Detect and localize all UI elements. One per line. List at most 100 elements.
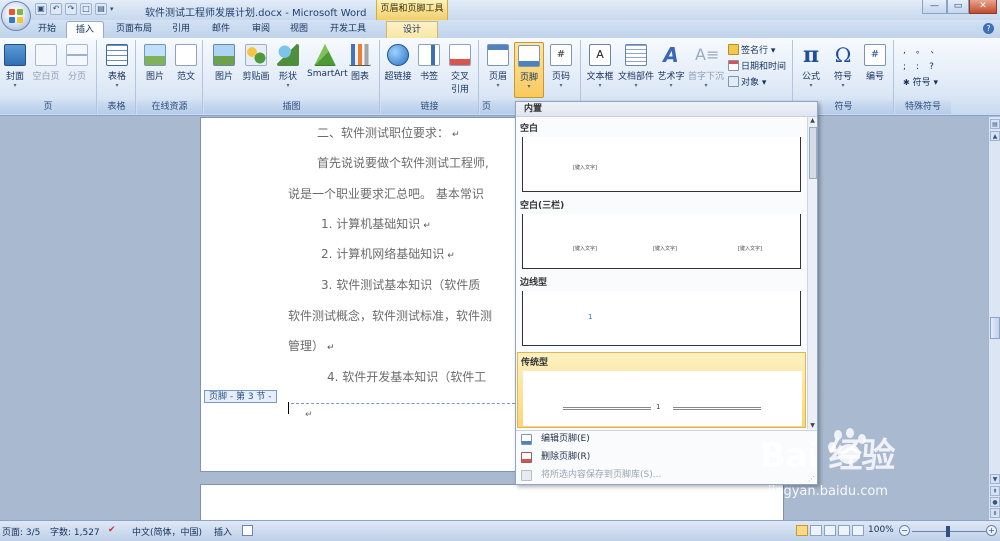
object-button[interactable]: 对象 ▾ [728, 76, 766, 90]
tab-review[interactable]: 审阅 [244, 21, 278, 38]
redo-icon[interactable]: ↷ [65, 3, 77, 15]
tab-mailings[interactable]: 邮件 [204, 21, 238, 38]
undo-icon[interactable]: ↶ [50, 3, 62, 15]
vertical-scrollbar[interactable]: ▤ ▲ ▼ ⇞ ● ⇟ [988, 117, 1000, 520]
quick-parts-button[interactable]: 文档部件 ▾ [618, 42, 654, 98]
maximize-button[interactable]: ▭ [947, 0, 969, 14]
footer-option-blank[interactable]: 空白 [键入文字] [517, 119, 806, 195]
online-picture-button[interactable]: 图片 [140, 42, 170, 98]
next-page-icon[interactable]: ⇟ [990, 508, 1000, 518]
paragraph[interactable]: 说是一个职业要求汇总吧。 基本常识 [288, 185, 484, 202]
footer-para-mark: ↵ [305, 410, 313, 420]
macro-record-icon[interactable] [242, 525, 253, 536]
group-illustrations: 图片 剪贴画 形状 ▾ SmartArt 图表 插图 [204, 40, 380, 114]
new-icon[interactable]: □ [80, 3, 92, 15]
prev-page-icon[interactable]: ⇞ [990, 486, 1000, 496]
page-count[interactable]: 页面: 3/5 [2, 525, 40, 538]
draft-view-icon[interactable] [852, 525, 864, 536]
ruler-toggle-icon[interactable]: ▤ [990, 119, 1000, 129]
table-button[interactable]: 表格 ▾ [102, 42, 132, 98]
tab-insert[interactable]: 插入 [66, 21, 104, 38]
blank-page-icon [35, 44, 57, 66]
gallery-scrollbar[interactable]: ▲ ▼ [807, 117, 817, 429]
gallery-scroll-thumb[interactable] [809, 127, 817, 179]
footer-option-traditional[interactable]: 传统型 1 [517, 352, 806, 428]
date-time-button[interactable]: 日期和时间 [728, 60, 786, 74]
tab-home[interactable]: 开始 [28, 21, 66, 38]
clipart-button[interactable]: 剪贴画 [241, 42, 271, 98]
list-item[interactable]: 3. 软件测试基本知识（软件质 [321, 276, 480, 293]
signature-line-button[interactable]: 签名行 ▾ [728, 44, 775, 58]
drop-cap-button[interactable]: A≡ 首字下沉 ▾ [688, 42, 724, 98]
outline-view-icon[interactable] [838, 525, 850, 536]
language-indicator[interactable]: 中文(简体，中国) [132, 525, 202, 538]
scrollbar-thumb[interactable] [990, 317, 1000, 339]
full-screen-reading-icon[interactable] [810, 525, 822, 536]
footer-option-edge[interactable]: 边线型 1 [517, 273, 806, 349]
shapes-button[interactable]: 形状 ▾ [273, 42, 303, 98]
group-label-online: 在线资源 [137, 100, 202, 114]
gallery-scroll-up-icon[interactable]: ▲ [808, 117, 817, 124]
numbering-button[interactable]: # 编号 [860, 42, 890, 98]
tab-view[interactable]: 视图 [282, 21, 316, 38]
paragraph[interactable]: 首先说说要做个软件测试工程师, [317, 154, 489, 171]
status-bar: 页面: 3/5 字数: 1,527 ✔ 中文(简体，中国) 插入 100% − … [0, 520, 1000, 541]
zoom-in-icon[interactable]: + [986, 525, 997, 536]
proofing-icon[interactable]: ✔ [108, 525, 116, 535]
list-item[interactable]: 2. 计算机网络基础知识 ↵ [321, 245, 455, 262]
tab-developer[interactable]: 开发工具 [322, 21, 374, 38]
special-symbols-button[interactable]: ✱ 符号 ▾ [903, 76, 938, 90]
textbox-button[interactable]: A 文本框 ▾ [585, 42, 615, 98]
zoom-level[interactable]: 100% [868, 525, 894, 535]
cross-reference-icon [449, 44, 471, 66]
paragraph[interactable]: 管理） ↵ [288, 337, 335, 354]
web-layout-icon[interactable] [824, 525, 836, 536]
page-break-button[interactable]: 分页 [62, 42, 92, 98]
zoom-slider-thumb[interactable] [946, 526, 950, 537]
customize-qat-icon[interactable]: ▾ [110, 5, 114, 13]
special-char-row-2[interactable]: ;:? [903, 60, 944, 74]
special-char-row-1[interactable]: ,。、 [903, 44, 949, 58]
equation-button[interactable]: π 公式 ▾ [796, 42, 826, 98]
minimize-button[interactable]: — [922, 0, 947, 14]
numbering-icon: # [864, 44, 886, 66]
page-number-button[interactable]: # 页码 ▾ [546, 42, 576, 98]
wordart-button[interactable]: A 艺术字 ▾ [656, 42, 686, 98]
bookmark-button[interactable]: 书签 [414, 42, 444, 98]
cross-reference-button[interactable]: 交叉 引用 [445, 42, 475, 98]
blank-page-button[interactable]: 空白页 [31, 42, 61, 98]
template-button[interactable]: 范文 [171, 42, 201, 98]
help-icon[interactable]: ? [983, 23, 994, 34]
hyperlink-button[interactable]: 超链接 [383, 42, 413, 98]
paragraph[interactable]: 软件测试概念，软件测试标准，软件测 [288, 307, 492, 324]
signature-icon [728, 44, 739, 55]
list-item[interactable]: 1. 计算机基础知识 ↵ [321, 215, 431, 232]
symbol-button[interactable]: Ω 符号 ▾ [828, 42, 858, 98]
header-button[interactable]: 页眉 ▾ [483, 42, 513, 98]
footer-option-blank-three-column[interactable]: 空白(三栏) [键入文字] [键入文字] [键入文字] [517, 196, 806, 272]
close-button[interactable]: ✕ [969, 0, 997, 14]
document-page-next[interactable] [200, 484, 784, 520]
print-layout-view-icon[interactable] [796, 525, 808, 536]
word-count[interactable]: 字数: 1,527 [50, 525, 100, 538]
tab-page-layout[interactable]: 页面布局 [108, 21, 160, 38]
zoom-out-icon[interactable]: − [899, 525, 910, 536]
open-icon[interactable]: ▤ [95, 3, 107, 15]
office-button[interactable] [1, 1, 31, 31]
scroll-up-icon[interactable]: ▲ [990, 131, 1000, 141]
remove-footer-icon [521, 452, 532, 463]
insert-mode[interactable]: 插入 [214, 525, 232, 538]
picture-button[interactable]: 图片 [209, 42, 239, 98]
save-icon[interactable]: ▣ [35, 3, 47, 15]
tab-design[interactable]: 设计 [386, 21, 438, 38]
chart-button[interactable]: 图表 [345, 42, 375, 98]
footer-preview: 1 [523, 371, 802, 426]
scroll-down-icon[interactable]: ▼ [990, 474, 1000, 484]
paragraph[interactable]: 二、软件测试职位要求： ↵ [317, 124, 460, 141]
footer-button[interactable]: 页脚 ▾ [514, 42, 544, 98]
smartart-button[interactable]: SmartArt [307, 42, 348, 98]
cover-button[interactable]: 封面 ▾ [0, 42, 30, 98]
tab-references[interactable]: 引用 [164, 21, 198, 38]
list-item[interactable]: 4. 软件开发基本知识（软件工 [327, 368, 486, 385]
browse-object-icon[interactable]: ● [990, 497, 1000, 507]
